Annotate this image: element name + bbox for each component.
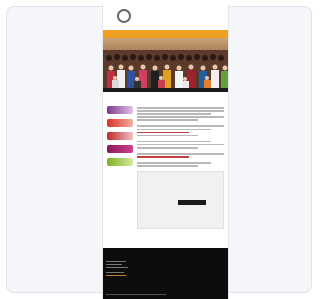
link-line[interactable] <box>137 131 190 134</box>
body-text-line <box>137 107 224 109</box>
body-text-line <box>137 134 198 137</box>
footer-text-line <box>106 294 166 296</box>
body-text-line <box>137 119 198 121</box>
body-text-line <box>137 116 224 118</box>
embedded-form[interactable] <box>137 170 224 229</box>
body-text-line <box>137 113 211 115</box>
footer-text-line <box>106 264 122 266</box>
footer-link-line[interactable] <box>106 275 126 277</box>
footer-text-line <box>106 267 128 269</box>
group-photo-icon <box>103 50 228 88</box>
nav-bar[interactable] <box>103 30 228 38</box>
webpage-preview <box>102 4 229 299</box>
footer-text-line <box>106 261 126 263</box>
body-text-line <box>137 147 198 149</box>
body-text-line <box>137 125 224 127</box>
sponsor-logo[interactable] <box>107 158 133 166</box>
site-header <box>103 4 228 30</box>
body-text-line <box>137 143 224 146</box>
body-text-line <box>137 153 224 155</box>
body-text-line <box>137 162 211 164</box>
sponsor-logo[interactable] <box>107 106 133 114</box>
body-text-line <box>137 128 211 131</box>
sponsor-logo[interactable] <box>107 145 133 153</box>
footer-text-line <box>106 272 124 274</box>
main-column <box>137 104 224 229</box>
hero-photo <box>103 38 228 88</box>
body-text-line <box>137 110 224 112</box>
body-text-line <box>137 140 211 143</box>
logo-icon[interactable] <box>117 9 131 23</box>
content-area <box>103 92 228 229</box>
sponsor-logo[interactable] <box>107 119 133 127</box>
form-submit-button[interactable] <box>178 199 206 205</box>
sponsor-column <box>107 104 133 229</box>
link-line[interactable] <box>137 156 190 158</box>
sponsor-logo[interactable] <box>107 132 133 140</box>
body-text-line <box>137 165 198 167</box>
site-footer <box>103 248 228 299</box>
